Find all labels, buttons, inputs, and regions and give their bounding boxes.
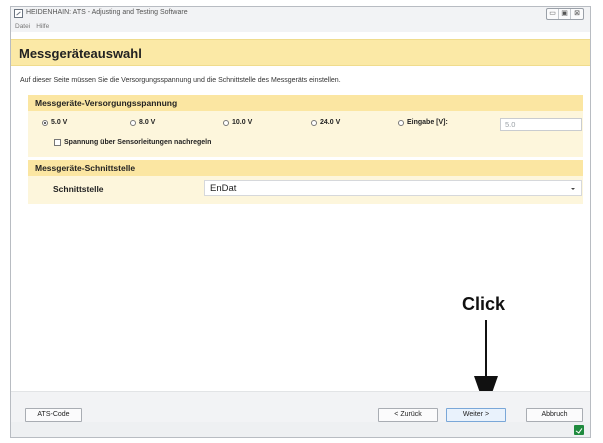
back-button[interactable]: < Zurück (378, 408, 438, 422)
next-button[interactable]: Weiter > (446, 408, 506, 422)
page-header: Messgeräteauswahl (11, 39, 590, 66)
custom-voltage-input[interactable]: 5.0 (500, 118, 582, 131)
radio-checked-icon (42, 119, 48, 126)
interface-heading: Messgeräte-Schnittstelle (28, 160, 583, 176)
supply-voltage-heading: Messgeräte-Versorgungsspannung (28, 95, 583, 111)
menu-hilfe[interactable]: Hilfe (36, 21, 49, 32)
checkbox-icon (54, 139, 61, 146)
radio-custom-voltage-label: Eingabe [V]: (407, 119, 448, 126)
title-bar: HEIDENHAIN: ATS - Adjusting and Testing … (11, 7, 590, 21)
sense-line-checkbox[interactable]: Spannung über Sensorleitungen nachregeln (54, 139, 211, 146)
radio-icon (223, 119, 229, 126)
ats-code-button[interactable]: ATS-Code (25, 408, 82, 422)
status-ok-icon (574, 425, 584, 435)
menu-datei[interactable]: Datei (15, 21, 30, 32)
radio-24v[interactable]: 24.0 V (311, 119, 340, 126)
interface-select[interactable]: EnDat (204, 180, 582, 196)
radio-icon (398, 119, 404, 126)
radio-10v[interactable]: 10.0 V (223, 119, 252, 126)
app-icon (14, 9, 23, 18)
minimize-button[interactable]: ▭ (547, 9, 559, 19)
page-intro-text: Auf dieser Seite müssen Sie die Versorgu… (20, 77, 341, 84)
radio-icon (130, 119, 136, 126)
status-bar (11, 422, 590, 437)
radio-icon (311, 119, 317, 126)
radio-5v-label: 5.0 V (51, 119, 68, 126)
interface-label: Schnittstelle (53, 184, 104, 194)
window-controls: ▭ ▣ ⊠ (546, 8, 584, 20)
radio-5v[interactable]: 5.0 V (42, 119, 67, 126)
window-title: HEIDENHAIN: ATS - Adjusting and Testing … (26, 9, 188, 16)
page-title: Messgeräteauswahl (19, 46, 142, 61)
sense-line-label: Spannung über Sensorleitungen nachregeln (64, 139, 212, 146)
radio-8v-label: 8.0 V (139, 119, 156, 126)
close-button[interactable]: ⊠ (571, 9, 583, 19)
click-annotation: Click (462, 294, 506, 314)
radio-10v-label: 10.0 V (232, 119, 253, 126)
radio-custom-voltage[interactable]: Eingabe [V]: (398, 119, 448, 126)
interface-select-value: EnDat (210, 183, 237, 194)
supply-voltage-section: Messgeräte-Versorgungsspannung 5.0 V 8.0… (28, 95, 583, 157)
radio-24v-label: 24.0 V (320, 119, 341, 126)
chevron-down-icon (571, 188, 575, 190)
radio-8v[interactable]: 8.0 V (130, 119, 155, 126)
application-window: HEIDENHAIN: ATS - Adjusting and Testing … (10, 6, 591, 438)
interface-section: Messgeräte-Schnittstelle Schnittstelle E… (28, 160, 583, 204)
maximize-button[interactable]: ▣ (559, 9, 571, 19)
abort-button[interactable]: Abbruch (526, 408, 583, 422)
menu-bar: Datei Hilfe (11, 21, 590, 32)
